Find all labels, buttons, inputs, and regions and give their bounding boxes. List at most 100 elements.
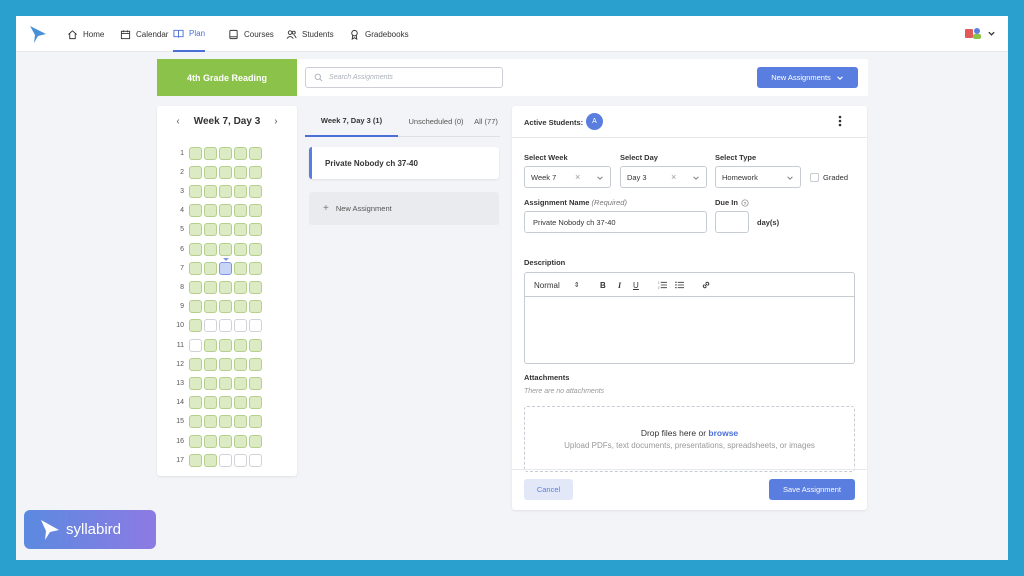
calendar-day-cell[interactable] (204, 396, 217, 410)
calendar-day-cell[interactable] (249, 338, 262, 352)
calendar-day-cell[interactable] (189, 261, 202, 275)
calendar-day-cell[interactable] (234, 300, 247, 314)
browse-link[interactable]: browse (708, 428, 738, 438)
calendar-day-cell[interactable] (219, 204, 232, 218)
calendar-day-cell[interactable] (249, 204, 262, 218)
calendar-day-cell[interactable] (189, 396, 202, 410)
calendar-day-cell[interactable] (234, 357, 247, 371)
assignment-card[interactable]: Private Nobody ch 37-40 (309, 147, 499, 179)
calendar-day-cell[interactable] (234, 146, 247, 160)
user-menu[interactable] (964, 26, 996, 40)
calendar-day-cell[interactable] (189, 184, 202, 198)
calendar-day-cell[interactable] (249, 146, 262, 160)
calendar-day-cell[interactable] (189, 376, 202, 390)
calendar-day-cell[interactable] (234, 319, 247, 333)
calendar-day-cell[interactable] (219, 280, 232, 294)
due-in-input[interactable] (715, 211, 749, 233)
calendar-day-cell[interactable] (219, 376, 232, 390)
ordered-list-icon[interactable]: 12 (658, 281, 667, 289)
calendar-day-cell[interactable] (234, 396, 247, 410)
new-assignments-button[interactable]: New Assignments (757, 67, 858, 88)
calendar-day-cell[interactable] (189, 415, 202, 429)
calendar-day-cell[interactable] (249, 396, 262, 410)
calendar-day-cell[interactable] (204, 300, 217, 314)
clear-icon[interactable]: × (671, 172, 676, 182)
calendar-day-cell[interactable] (219, 242, 232, 256)
calendar-day-cell[interactable] (249, 300, 262, 314)
calendar-day-cell[interactable] (234, 415, 247, 429)
calendar-day-cell[interactable] (189, 165, 202, 179)
description-editor[interactable]: Normal ⇕ B I U 12 (524, 272, 855, 364)
calendar-day-cell[interactable] (219, 357, 232, 371)
chevron-right-icon[interactable]: › (274, 116, 277, 127)
italic-icon[interactable]: I (618, 273, 621, 297)
calendar-day-cell[interactable] (204, 261, 217, 275)
save-assignment-button[interactable]: Save Assignment (769, 479, 855, 500)
graded-checkbox[interactable] (810, 173, 819, 182)
calendar-day-cell[interactable] (189, 242, 202, 256)
calendar-day-cell[interactable] (219, 146, 232, 160)
calendar-day-cell[interactable] (189, 146, 202, 160)
calendar-day-cell[interactable] (189, 319, 202, 333)
calendar-day-cell[interactable] (249, 434, 262, 448)
calendar-day-cell[interactable] (234, 453, 247, 467)
nav-calendar[interactable]: Calendar (120, 16, 168, 52)
calendar-day-cell[interactable] (234, 434, 247, 448)
calendar-day-cell[interactable] (219, 453, 232, 467)
student-avatar[interactable]: A (586, 113, 603, 130)
help-icon[interactable]: ? (741, 198, 749, 207)
calendar-day-cell[interactable] (249, 242, 262, 256)
calendar-day-cell[interactable] (219, 184, 232, 198)
calendar-day-cell[interactable] (189, 453, 202, 467)
calendar-day-cell[interactable] (204, 338, 217, 352)
calendar-day-cell[interactable] (189, 223, 202, 237)
syllabird-logo-icon[interactable] (28, 24, 48, 44)
calendar-day-cell[interactable] (249, 415, 262, 429)
tab-unscheduled[interactable]: Unscheduled (0) (402, 106, 470, 137)
calendar-day-cell[interactable] (189, 300, 202, 314)
calendar-day-cell[interactable] (234, 223, 247, 237)
search-input[interactable]: Search Assignments (305, 67, 503, 88)
calendar-day-cell[interactable] (219, 396, 232, 410)
calendar-day-cell[interactable] (204, 376, 217, 390)
calendar-day-cell[interactable] (204, 146, 217, 160)
calendar-day-cell[interactable] (204, 204, 217, 218)
calendar-day-cell[interactable] (234, 261, 247, 275)
calendar-day-cell[interactable] (204, 453, 217, 467)
calendar-day-cell[interactable] (219, 165, 232, 179)
calendar-day-cell[interactable] (234, 165, 247, 179)
calendar-day-cell[interactable] (234, 184, 247, 198)
calendar-day-cell[interactable] (189, 434, 202, 448)
format-select[interactable]: Normal ⇕ (534, 273, 580, 297)
calendar-day-cell[interactable] (204, 165, 217, 179)
calendar-day-cell[interactable] (189, 357, 202, 371)
calendar-day-cell[interactable] (204, 242, 217, 256)
calendar-day-cell[interactable] (234, 280, 247, 294)
bullet-list-icon[interactable] (675, 281, 684, 289)
nav-plan[interactable]: Plan (173, 16, 206, 52)
calendar-day-cell[interactable] (204, 319, 217, 333)
nav-courses[interactable]: Courses (228, 16, 274, 52)
nav-home[interactable]: Home (67, 16, 104, 52)
file-dropzone[interactable]: Drop files here or browse Upload PDFs, t… (524, 406, 855, 472)
calendar-day-cell[interactable] (219, 319, 232, 333)
calendar-day-cell[interactable] (219, 338, 232, 352)
calendar-day-cell[interactable] (219, 223, 232, 237)
calendar-day-cell[interactable] (234, 242, 247, 256)
calendar-day-cell[interactable] (249, 223, 262, 237)
select-day-dropdown[interactable]: Day 3 × (620, 166, 707, 188)
calendar-day-cell[interactable] (189, 338, 202, 352)
cancel-button[interactable]: Cancel (524, 479, 573, 500)
calendar-day-cell[interactable] (234, 376, 247, 390)
calendar-day-cell[interactable] (189, 280, 202, 294)
tab-week-day[interactable]: Week 7, Day 3 (1) (305, 106, 398, 137)
calendar-day-cell[interactable] (204, 223, 217, 237)
course-title[interactable]: 4th Grade Reading (157, 59, 297, 96)
calendar-day-cell[interactable] (219, 415, 232, 429)
calendar-day-cell-selected[interactable] (219, 257, 232, 275)
calendar-day-cell[interactable] (249, 280, 262, 294)
select-week-dropdown[interactable]: Week 7 × (524, 166, 611, 188)
calendar-day-cell[interactable] (204, 357, 217, 371)
more-vertical-icon[interactable] (837, 114, 843, 128)
calendar-day-cell[interactable] (249, 319, 262, 333)
